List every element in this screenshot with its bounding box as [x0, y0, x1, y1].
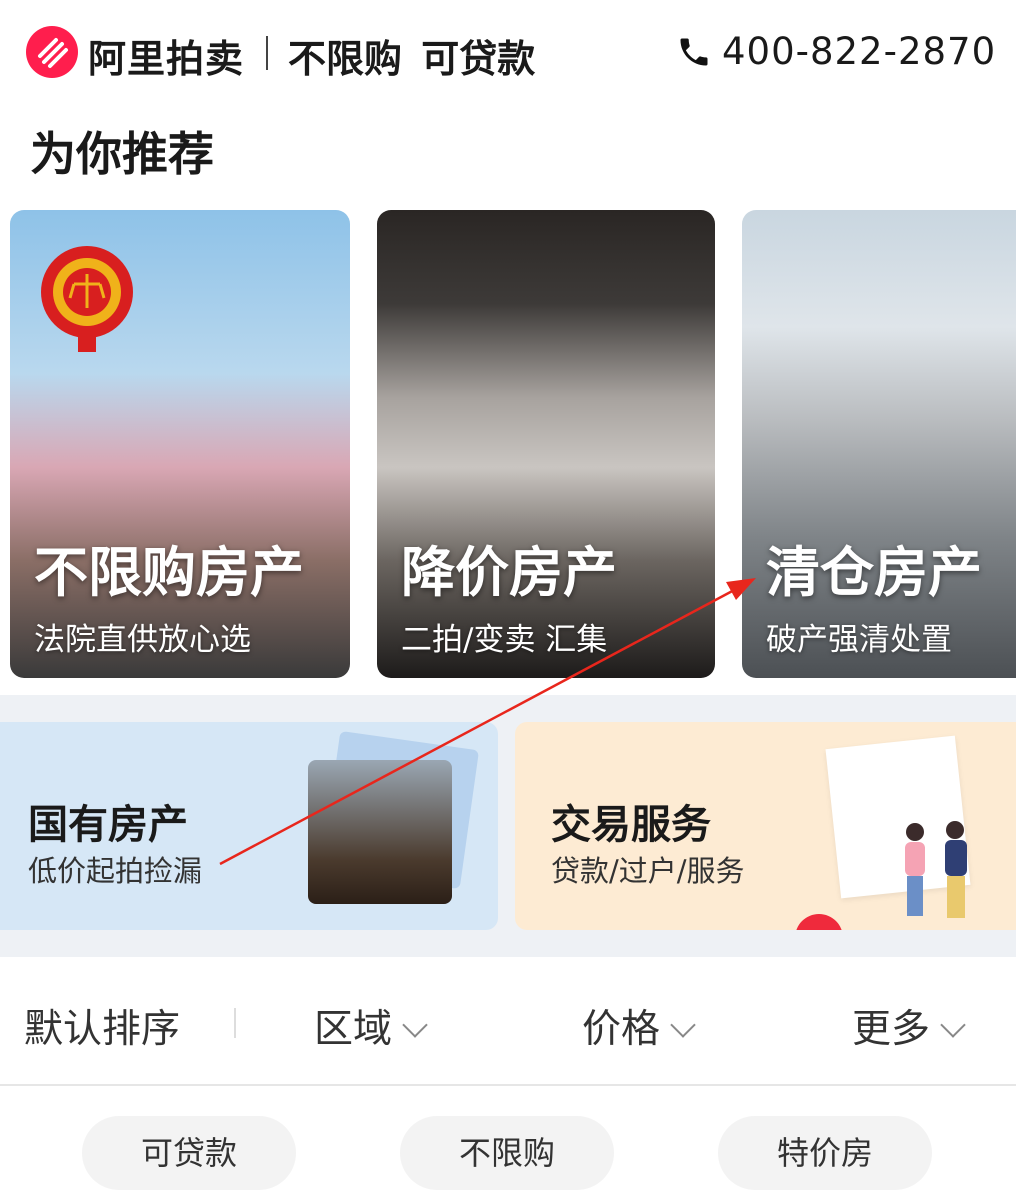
- card-subtitle: 破产强清处置: [766, 622, 952, 658]
- filter-price-label: 价格: [582, 1007, 661, 1052]
- card-discounted-property[interactable]: 降价房产 二拍/变卖 汇集: [377, 210, 715, 678]
- brand-logo-icon[interactable]: [26, 26, 78, 78]
- court-emblem-icon: [41, 246, 133, 352]
- card-unrestricted-property[interactable]: 不限购房产 法院直供放心选: [10, 210, 350, 678]
- banner-state-owned-property[interactable]: 国有房产 低价起拍捡漏: [0, 722, 498, 930]
- tag-no-purchase-limit[interactable]: 不限购: [400, 1116, 614, 1190]
- banner-title: 交易服务: [551, 802, 711, 848]
- card-title: 不限购房产: [34, 541, 304, 604]
- banner-photo: [308, 760, 452, 904]
- filter-divider: [234, 1008, 236, 1038]
- sort-label: 默认排序: [24, 1007, 181, 1052]
- filter-more[interactable]: 更多: [852, 998, 966, 1054]
- filter-price[interactable]: 价格: [582, 998, 696, 1054]
- banner-subtitle: 低价起拍捡漏: [28, 854, 203, 888]
- hotline-number[interactable]: 400-822-2870: [722, 30, 996, 73]
- card-subtitle: 二拍/变卖 汇集: [401, 622, 608, 658]
- filter-area[interactable]: 区域: [314, 998, 428, 1054]
- chevron-down-icon: [402, 1012, 428, 1038]
- tag-loan-available[interactable]: 可贷款: [82, 1116, 296, 1190]
- banner-subtitle: 贷款/过户/服务: [551, 854, 745, 888]
- card-title: 降价房产: [401, 541, 617, 604]
- phone-icon[interactable]: [676, 32, 712, 72]
- sort-default[interactable]: 默认排序: [24, 998, 180, 1054]
- banner-transaction-service[interactable]: 交易服务 贷款/过户/服务: [515, 722, 1016, 930]
- chevron-down-icon: [940, 1012, 966, 1038]
- card-subtitle: 法院直供放心选: [34, 622, 251, 658]
- header: 阿里拍卖 不限购 可贷款 400-822-2870: [0, 0, 1016, 108]
- filter-more-label: 更多: [852, 1007, 931, 1052]
- tag-special-price[interactable]: 特价房: [718, 1116, 932, 1190]
- header-divider: [266, 36, 268, 70]
- people-illustration-icon: [905, 821, 967, 918]
- filter-area-label: 区域: [314, 1007, 393, 1052]
- card-clearance-property[interactable]: 清仓房产 破产强清处置: [742, 210, 1016, 678]
- banner-title: 国有房产: [28, 802, 188, 848]
- red-decoration: [795, 914, 843, 930]
- brand-name[interactable]: 阿里拍卖: [88, 28, 244, 83]
- chevron-down-icon: [670, 1012, 696, 1038]
- filter-bar: 默认排序 区域 价格 更多: [0, 958, 1016, 1086]
- header-slogan: 不限购 可贷款: [288, 37, 536, 81]
- section-title: 为你推荐: [30, 127, 214, 181]
- card-title: 清仓房产: [766, 541, 982, 604]
